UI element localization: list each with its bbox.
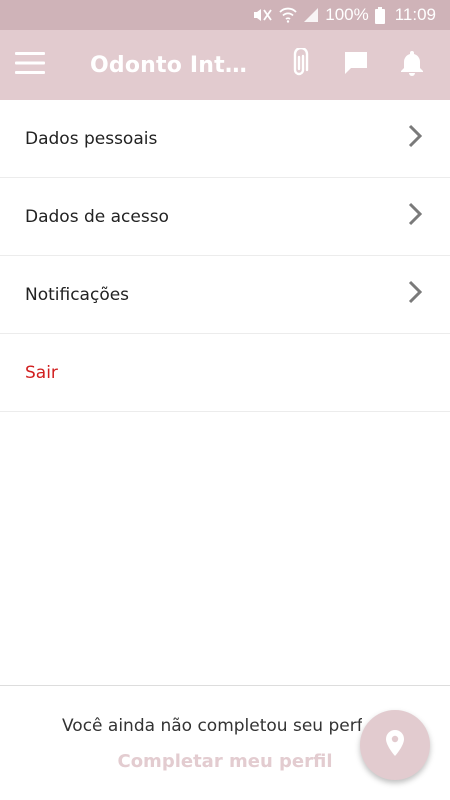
menu-item-dados-de-acesso[interactable]: Dados de acesso	[0, 178, 450, 256]
app-bar-actions	[272, 30, 440, 100]
app-bar: Odonto Integr...	[0, 30, 450, 100]
battery-icon	[374, 6, 385, 24]
profile-incomplete-message: Você ainda não completou seu perfil	[62, 716, 362, 736]
logout-label: Sair	[25, 362, 58, 383]
battery-percent: 100%	[325, 5, 369, 24]
menu-item-label: Dados pessoais	[25, 128, 158, 149]
menu-item-notificacoes[interactable]: Notificações	[0, 256, 450, 334]
chevron-right-icon	[408, 202, 423, 231]
signal-icon	[303, 7, 319, 23]
location-fab[interactable]	[360, 710, 430, 780]
chevron-right-icon	[408, 280, 423, 309]
profile-menu-list: Dados pessoais Dados de acesso Notificaç…	[0, 100, 450, 412]
menu-button[interactable]	[0, 30, 60, 100]
status-time: 11:09	[394, 5, 436, 24]
chat-icon	[343, 50, 369, 81]
attachments-button[interactable]	[272, 30, 328, 100]
menu-item-label: Notificações	[25, 284, 130, 305]
notifications-button[interactable]	[384, 30, 440, 100]
chevron-right-icon	[408, 124, 423, 153]
mute-icon	[251, 7, 273, 23]
app-title: Odonto Integr...	[90, 52, 260, 78]
messages-button[interactable]	[328, 30, 384, 100]
status-bar: 100% 11:09	[0, 0, 450, 30]
menu-icon	[15, 51, 45, 79]
paperclip-icon	[291, 46, 309, 83]
location-pin-icon	[385, 729, 405, 761]
menu-item-dados-pessoais[interactable]: Dados pessoais	[0, 100, 450, 178]
menu-item-label: Dados de acesso	[25, 206, 169, 227]
bell-icon	[399, 49, 425, 82]
menu-item-sair[interactable]: Sair	[0, 334, 450, 412]
wifi-icon	[279, 7, 297, 23]
